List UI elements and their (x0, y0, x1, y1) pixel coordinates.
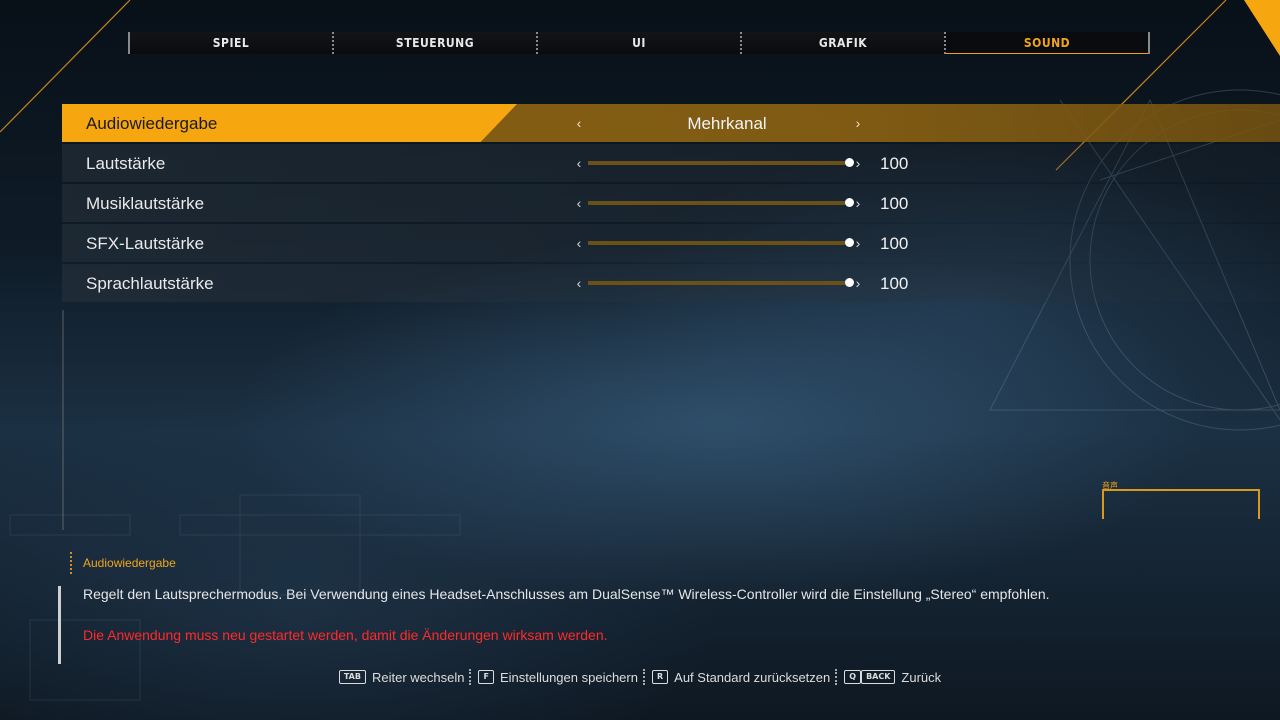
hint-separator (469, 669, 473, 685)
chevron-left-icon[interactable]: ‹ (572, 224, 586, 262)
hud-frame (1102, 489, 1260, 519)
hint-reset[interactable]: R Auf Standard zurücksetzen (651, 669, 831, 685)
slider-fill (588, 201, 850, 205)
chevron-left-icon[interactable]: ‹ (572, 144, 586, 182)
chevron-right-icon[interactable]: › (851, 224, 865, 262)
tab-grafik[interactable]: GRAFIK (740, 32, 944, 54)
music-volume-slider[interactable] (588, 198, 854, 207)
hint-save-label: Einstellungen speichern (499, 669, 638, 685)
tab-spiel-label: SPIEL (212, 36, 250, 50)
description-panel: Audiowiedergabe Regelt den Lautsprecherm… (58, 552, 1098, 664)
setting-value-volume: 100 (880, 154, 909, 173)
tab-bar: SPIEL STEUERUNG UI GRAFIK SOUND (128, 32, 1150, 54)
hint-separator (642, 669, 647, 685)
chevron-left-icon[interactable]: ‹ (572, 264, 586, 302)
hint-back[interactable]: Q BACK Zurück (844, 670, 941, 685)
tab-ui-label: UI (632, 36, 646, 50)
tab-spiel[interactable]: SPIEL (128, 32, 332, 54)
hint-back-label: Zurück (901, 669, 942, 685)
setting-label-volume: Lautstärke (86, 154, 166, 173)
chevron-left-icon[interactable]: ‹ (572, 104, 586, 142)
hint-save[interactable]: F Einstellungen speichern (478, 670, 638, 685)
setting-value-music-volume: 100 (880, 194, 909, 213)
r-key-icon: R (651, 670, 669, 684)
slider-fill (588, 161, 850, 165)
setting-row-voice-volume[interactable]: Sprachlautstärke ‹ › 100 (62, 264, 1280, 302)
chevron-right-icon[interactable]: › (851, 264, 865, 302)
tab-sound-label: SOUND (1023, 36, 1071, 50)
setting-value-sfx-volume: 100 (880, 234, 909, 253)
tab-ui[interactable]: UI (536, 32, 740, 54)
setting-label-voice-volume: Sprachlautstärke (86, 274, 214, 293)
hint-reset-label: Auf Standard zurücksetzen (674, 669, 831, 685)
button-hints: TAB Reiter wechseln F Einstellungen spei… (0, 666, 1280, 688)
chevron-left-icon[interactable]: ‹ (572, 184, 586, 222)
settings-screen: SPIEL STEUERUNG UI GRAFIK SOUND Audiowie… (0, 0, 1280, 720)
voice-volume-slider[interactable] (588, 278, 854, 287)
slider-fill (588, 281, 850, 285)
setting-row-audio-output[interactable]: Audiowiedergabe ‹ Mehrkanal › (62, 104, 1280, 142)
slider-fill (588, 241, 850, 245)
q-key-icon: Q (844, 670, 862, 684)
restart-warning: Die Anwendung muss neu gestartet werden,… (83, 627, 608, 643)
settings-list: Audiowiedergabe ‹ Mehrkanal › Lautstärke… (62, 104, 1280, 304)
hud-panel: 音声 (1102, 480, 1260, 520)
description-bar (58, 586, 61, 664)
hint-separator (835, 669, 839, 685)
setting-label-sfx-volume: SFX-Lautstärke (86, 234, 205, 253)
f-key-icon: F (478, 670, 494, 684)
chevron-right-icon[interactable]: › (851, 144, 865, 182)
setting-label-audio-output: Audiowiedergabe (86, 114, 218, 133)
tab-steuerung[interactable]: STEUERUNG (332, 32, 536, 54)
setting-value-voice-volume: 100 (880, 274, 909, 293)
description-title-marker (70, 552, 74, 574)
setting-value-audio-output: Mehrkanal (687, 114, 767, 133)
setting-row-volume[interactable]: Lautstärke ‹ › 100 (62, 144, 1280, 182)
tab-steuerung-label: STEUERUNG (395, 36, 475, 50)
setting-row-sfx-volume[interactable]: SFX-Lautstärke ‹ › 100 (62, 224, 1280, 262)
description-title: Audiowiedergabe (83, 556, 176, 570)
tab-sound[interactable]: SOUND (944, 32, 1150, 54)
hint-switch-tab[interactable]: TAB Reiter wechseln (338, 669, 465, 685)
back-key-icon: BACK (861, 670, 896, 684)
tab-grafik-label: GRAFIK (818, 36, 868, 50)
setting-row-music-volume[interactable]: Musiklautstärke ‹ › 100 (62, 184, 1280, 222)
chevron-right-icon[interactable]: › (851, 104, 865, 142)
setting-label-music-volume: Musiklautstärke (86, 194, 205, 213)
chevron-right-icon[interactable]: › (851, 184, 865, 222)
tab-key-icon: TAB (338, 670, 366, 684)
volume-slider[interactable] (588, 158, 854, 167)
hint-switch-tab-label: Reiter wechseln (371, 669, 465, 685)
sfx-volume-slider[interactable] (588, 238, 854, 247)
description-text: Regelt den Lautsprechermodus. Bei Verwen… (83, 586, 1050, 602)
